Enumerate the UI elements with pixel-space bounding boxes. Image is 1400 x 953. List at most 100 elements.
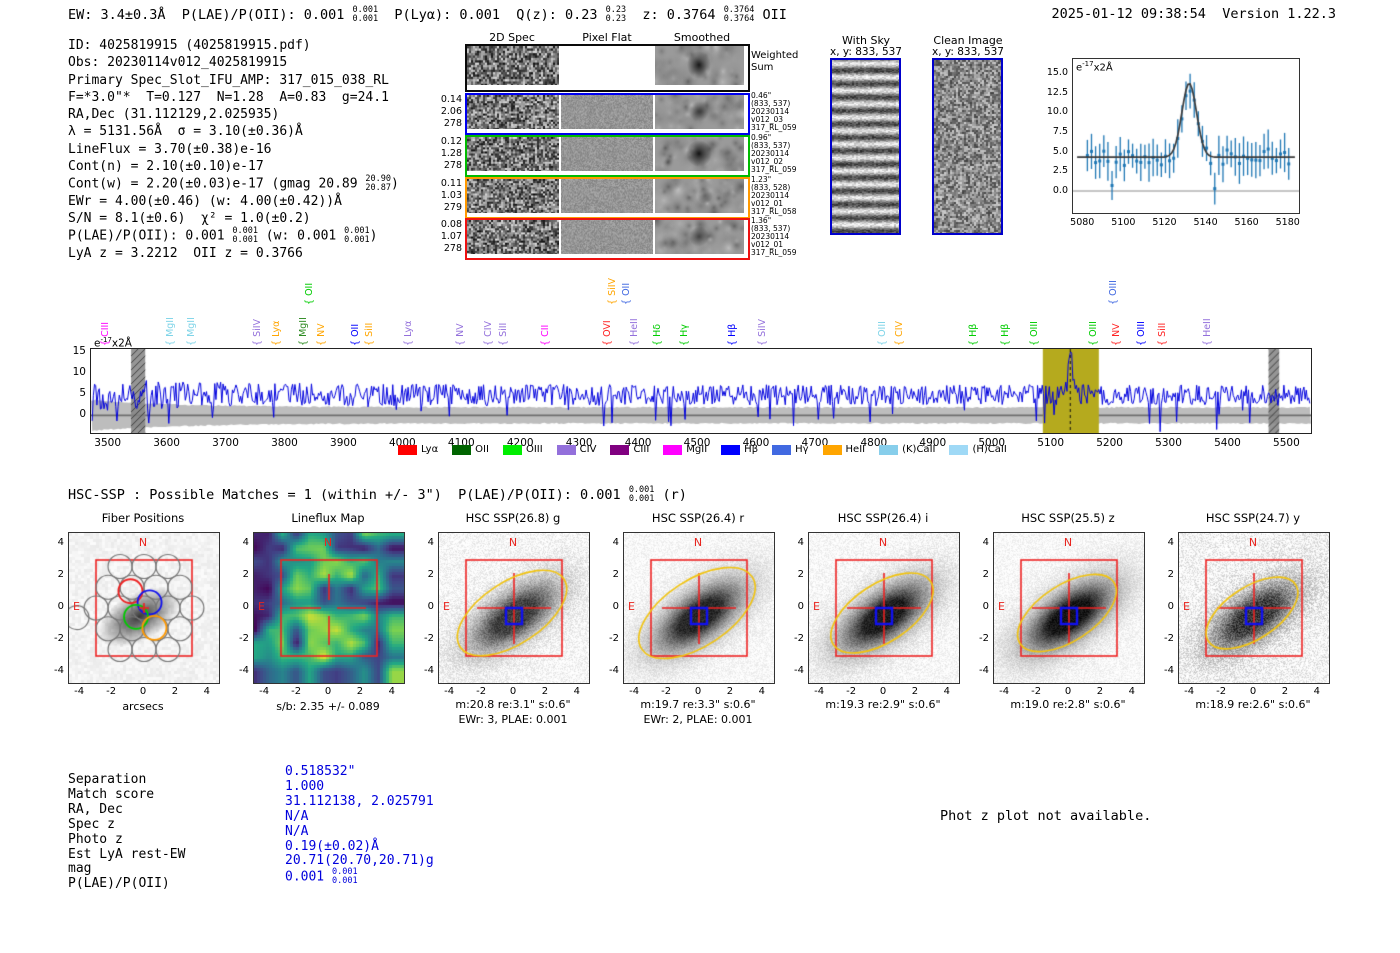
emission-line-label: { NV	[316, 323, 328, 346]
emission-line-label: { OII	[621, 282, 633, 305]
match-table-value: 0.19(±0.02)Å	[285, 838, 379, 854]
info-line: RA,Dec (31.112129,2.025935)	[68, 106, 399, 123]
inset-y-tick-label: 2.5	[1052, 165, 1068, 177]
spec2d-row-left-stat: 278	[443, 160, 462, 171]
stacked-fraction: 0.001 0.001	[629, 486, 655, 504]
sky-canvas	[934, 60, 1001, 233]
emission-line-label: { OII	[349, 323, 361, 346]
cutout-x-tick-label: 4	[1128, 686, 1136, 697]
units-part: x2Å	[1093, 62, 1113, 74]
full-spectrum-plot	[90, 348, 1312, 434]
compass-east-label: E	[1183, 600, 1190, 613]
fraction-lower: 0.3764	[723, 13, 755, 24]
legend-item: (H)CaII	[949, 444, 1007, 455]
cutout-y-tick-label: -4	[609, 664, 619, 676]
match-table-label: Photo z	[68, 831, 123, 847]
text-segment: Cont(w) = 2.20(±0.03)e-17 (gmag 20.89	[68, 176, 366, 192]
cutout-plot-galaxy	[623, 532, 775, 684]
info-line: P(LAE)/P(OII): 0.001 0.001 0.001 (w: 0.00…	[68, 227, 399, 245]
inset-x-tick-label: 5080	[1070, 217, 1095, 228]
cutout-y-tick-label: -2	[54, 632, 64, 644]
cutout-x-tick-label: 2	[1281, 686, 1289, 697]
compass-east-label: E	[628, 600, 635, 613]
inset-y-tick-label: 0.0	[1052, 185, 1068, 196]
cutout-y-tick-label: -4	[54, 664, 64, 676]
match-table-value: 0.001 0.001 0.001	[285, 868, 358, 886]
cutout-y-tick-label: 4	[1167, 537, 1174, 549]
spec2d-smoothed-image	[655, 179, 744, 213]
spec2d-row	[465, 177, 750, 219]
cutout-y-tick-label: -2	[424, 632, 434, 644]
cutout-plot-lineflux	[253, 532, 405, 684]
cutout-x-tick-label: 0	[509, 686, 517, 697]
cutout-x-tick-label: -4	[259, 686, 270, 697]
legend-item: Lyα	[398, 444, 438, 455]
legend-item: HeII	[822, 444, 865, 455]
emission-line-label: { NV	[454, 323, 466, 346]
emission-line-label: { SiII	[1157, 322, 1169, 346]
cutout-x-tick-label: 0	[139, 686, 147, 697]
info-line: LineFlux = 3.70(±0.38)e-16	[68, 141, 399, 158]
emission-line-label: { SiIV	[606, 277, 618, 305]
spec2d-row-right-meta: 317_RL_059	[751, 248, 797, 257]
info-line: ID: 4025819915 (4025819915.pdf)	[68, 37, 399, 54]
cutout-title: HSC SSP(26.4) i	[837, 511, 929, 525]
emission-line-label: { MgII	[185, 317, 197, 346]
text-segment: Cont(n) = 2.10(±0.10)e-17	[68, 159, 264, 175]
text-segment: HSC-SSP : Possible Matches = 1 (within +…	[68, 486, 629, 503]
cutout-x-tick-label: -2	[476, 686, 487, 697]
cutout-x-tick-label: -4	[74, 686, 85, 697]
cutout-x-tick-label: -2	[291, 686, 302, 697]
stacked-fraction: 20.90 20.87	[365, 175, 391, 193]
legend-swatch	[879, 444, 899, 455]
text-segment: )	[391, 176, 399, 192]
text-segment: F=*3.0"* T=0.127 N=1.28 A=0.83 g=24.1	[68, 89, 389, 105]
legend-swatch	[949, 444, 969, 455]
cutout-y-tick-label: 0	[57, 601, 64, 612]
spec2d-col-header: 2D Spec	[489, 31, 535, 44]
spec2d-noise-image	[467, 179, 559, 213]
text-segment: EW: 3.4±0.3Å P(LAE)/P(OII): 0.001	[68, 6, 353, 23]
emission-line-label: { Lyα	[403, 320, 415, 346]
text-segment: Primary Spec_Slot_IFU_AMP: 317_015_038_R…	[68, 72, 389, 88]
spec2d-row	[465, 44, 750, 92]
spec2d-col-header: Smoothed	[673, 31, 731, 44]
emission-line-label: { CIV	[483, 321, 495, 346]
inset-units-label: e-17x2Å	[1076, 60, 1113, 73]
compass-east-label: E	[73, 600, 80, 613]
cutout-x-tick-label: 2	[911, 686, 919, 697]
cutout-canvas	[254, 533, 404, 683]
emission-line-label: { OIII	[1107, 280, 1119, 305]
text-segment: S/N = 8.1(±0.6) χ² = 1.0(±0.2)	[68, 210, 311, 226]
header-timestamp-version: 2025-01-12 09:38:54 Version 1.22.3	[1052, 6, 1337, 22]
spectrum-x-tick-label: 5200	[1096, 437, 1123, 449]
cutout-plot-fiber	[68, 532, 220, 684]
spec2d-row	[465, 93, 750, 135]
weighted-sum-label: Weighted	[751, 50, 799, 61]
spectrum-y-tick-label: 5	[79, 387, 86, 400]
header-summary-line: EW: 3.4±0.3Å P(LAE)/P(OII): 0.001 0.001 0…	[68, 6, 787, 24]
spec2d-row-right-meta: 317_RL_058	[751, 207, 797, 216]
info-line: EWr = 4.00(±0.46) (w: 4.00(±0.42))Å	[68, 193, 399, 210]
cutout-y-tick-label: -4	[794, 664, 804, 676]
cutout-xlabel: arcsecs	[122, 700, 164, 713]
cutout-y-tick-label: 2	[982, 569, 989, 581]
cutout-y-tick-label: 4	[612, 537, 619, 549]
legend-swatch	[556, 444, 576, 455]
spectrum-x-tick-label: 3900	[330, 437, 357, 449]
legend-swatch	[772, 444, 792, 455]
match-table-value: 1.000	[285, 778, 325, 794]
legend-swatch	[398, 444, 417, 455]
spec2d-pixelflat-image	[561, 95, 653, 129]
text-segment: RA,Dec (31.112129,2.025935)	[68, 107, 280, 123]
cutout-canvas	[809, 533, 959, 683]
report-version: Version 1.22.3	[1222, 6, 1336, 22]
spec2d-row-left-stat: 0.11	[440, 178, 462, 189]
weighted-sum-label: Sum	[751, 62, 774, 73]
info-line: F=*3.0"* T=0.127 N=1.28 A=0.83 g=24.1	[68, 89, 399, 106]
cutout-x-tick-label: -4	[999, 686, 1010, 697]
emission-line-label: { OII	[304, 282, 316, 305]
spectrum-x-tick-label: 3600	[153, 437, 180, 449]
compass-east-label: E	[443, 600, 450, 613]
legend-label: Hβ	[744, 444, 759, 455]
